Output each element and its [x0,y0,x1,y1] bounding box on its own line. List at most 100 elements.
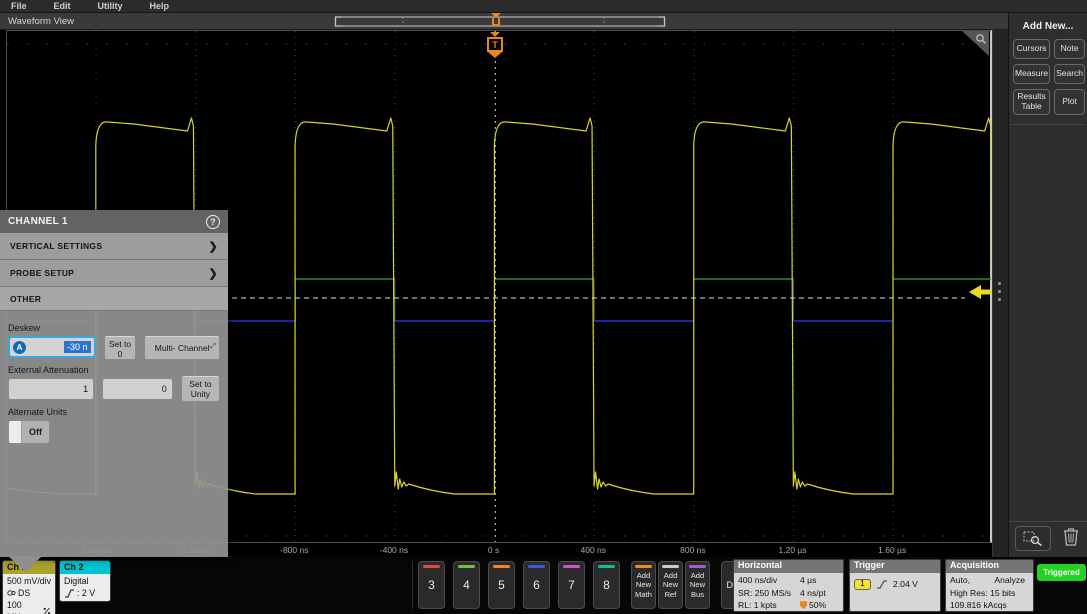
alternate-units-state: Off [22,421,49,443]
trigger-title: Trigger [850,560,940,573]
channel-7-color-stripe [563,565,580,568]
chevron-right-icon: ❯ [208,240,218,253]
horizontal-record-length: RL: 1 kpts [738,599,800,612]
trigger-source-badge: 1 [854,579,871,590]
channel-7-button[interactable]: 7 [558,561,585,609]
horizontal-window: 4 µs [800,574,816,587]
channel-6-button[interactable]: 6 [523,561,550,609]
axis-tick-label: -400 ns [380,545,408,555]
help-icon[interactable]: ? [206,215,220,229]
add-measure-button[interactable]: Measure [1013,64,1050,84]
channel-4-button[interactable]: 4 [453,561,480,609]
add-new-math-button[interactable]: Add New Math [631,561,656,609]
menu-edit[interactable]: Edit [54,1,71,11]
trash-button[interactable] [1063,527,1079,551]
channel-3-button[interactable]: 3 [418,561,445,609]
add-results-table-button[interactable]: Results Table [1013,89,1050,115]
add-note-button[interactable]: Note [1054,39,1085,59]
section-probe-setup[interactable]: PROBE SETUP ❯ [0,260,228,287]
menu-bar: File Edit Utility Help [0,0,1087,13]
axis-tick-label: 0 s [488,545,499,555]
bar-divider [412,561,413,609]
horizontal-panel[interactable]: Horizontal 400 ns/div4 µs SR: 250 MS/s4 … [733,559,844,612]
menu-help[interactable]: Help [150,1,170,11]
triggered-status-badge: Triggered [1037,564,1086,581]
acquisition-resolution: High Res: 15 bits [950,587,1029,600]
add-cursors-button[interactable]: Cursors [1013,39,1050,59]
grip-handle-icon [998,282,1001,301]
menu-file[interactable]: File [11,1,27,11]
channel1-panel-header[interactable]: CHANNEL 1 ? [0,210,228,233]
acquisition-count: 109.816 kAcqs [950,599,1029,612]
sidebar-bottom-toolbar [1009,521,1087,555]
waveform-view-titlebar: Waveform View [0,13,1008,30]
zoom-mode-button[interactable] [1015,526,1051,551]
axis-tick-label: 1.20 µs [779,545,807,555]
deskew-value: -30 n [64,341,91,353]
ch2-threshold: : 2 V [77,587,95,599]
attenuation-ratio-input[interactable]: 1 [8,378,94,400]
channel-5-color-stripe [493,565,510,568]
add-new-ref-button[interactable]: Add New Ref [658,561,683,609]
add-new-bus-button[interactable]: Add New Bus [685,561,710,609]
waveform-view-title: Waveform View [8,16,74,27]
toggle-knob-icon [9,421,22,443]
external-attenuation-label: External Attenuation [8,365,220,375]
channel-8-button[interactable]: 8 [593,561,620,609]
channel1-config-panel: CHANNEL 1 ? VERTICAL SETTINGS ❯ PROBE SE… [0,210,228,557]
horizontal-resolution: 4 ns/pt [800,587,826,600]
ch1-bandwidth: 100 MHz [7,599,41,614]
ref-color-stripe [662,565,679,568]
oscilloscope-screen: File Edit Utility Help Waveform View Clo… [0,0,1087,614]
ch2-badge[interactable]: Ch 2 Digital : 2 V [59,560,111,602]
acquisition-panel[interactable]: Acquisition Auto, Analyze High Res: 15 b… [945,559,1034,612]
axis-tick-label: 1.60 µs [878,545,906,555]
deskew-input[interactable]: A -30 n [8,336,96,358]
panel-splitter[interactable] [992,30,1008,557]
channel-4-color-stripe [458,565,475,568]
add-new-sidebar: Add New... Cursors Note Measure Search R… [1008,13,1087,557]
menu-utility[interactable]: Utility [98,1,123,11]
channel1-panel-title: CHANNEL 1 [8,216,68,227]
acquisition-mode: Auto, [950,574,970,587]
axis-tick-label: -800 ns [280,545,308,555]
knob-a-icon[interactable]: A [13,341,26,354]
alternate-units-label: Alternate Units [8,407,220,417]
trigger-flag-tip-icon [488,52,502,58]
zoom-box-magnifier-icon [1022,530,1044,547]
axis-tick-label: 800 ns [680,545,706,555]
probe-icon [7,589,16,597]
add-new-title: Add New... [1009,21,1087,32]
add-plot-button[interactable]: Plot [1054,89,1085,115]
alternate-units-toggle[interactable]: Off [8,420,50,444]
channel-3-color-stripe [423,565,440,568]
trigger-level-arrow-icon[interactable] [969,285,991,299]
set-to-zero-button[interactable]: Set to 0 [104,336,137,360]
trigger-position-flag[interactable]: T [487,37,503,52]
add-search-button[interactable]: Search [1054,64,1085,84]
section-vertical-settings[interactable]: VERTICAL SETTINGS ❯ [0,233,228,260]
set-to-unity-button[interactable]: Set to Unity [181,376,220,402]
trigger-position-icon [800,601,807,609]
ch1-scale: 500 mV/div [7,575,51,587]
channel-8-color-stripe [598,565,615,568]
sidebar-divider [1010,124,1086,125]
horizontal-scale: 400 ns/div [738,574,800,587]
ch2-badge-header: Ch 2 [60,561,110,574]
section-other[interactable]: OTHER [0,287,228,311]
acquisition-analyze: Analyze [994,574,1025,587]
trash-icon [1063,527,1079,546]
channel-5-button[interactable]: 5 [488,561,515,609]
horizontal-sample-rate: SR: 250 MS/s [738,587,800,600]
record-trigger-marker-icon[interactable] [492,18,500,26]
math-color-stripe [635,565,652,568]
bandwidth-icon [43,607,51,614]
multi-channel-button[interactable]: Multi- Channel ⤢ [144,336,220,360]
ch2-mode: Digital [64,575,106,587]
trigger-panel[interactable]: Trigger 1 2.04 V [849,559,941,612]
axis-tick-label: 400 ns [580,545,606,555]
expand-icon: ⤢ [210,343,216,351]
attenuation-db-input[interactable]: 0 [102,378,173,400]
trigger-level: 2.04 V [893,578,918,591]
horizontal-title: Horizontal [734,560,843,573]
